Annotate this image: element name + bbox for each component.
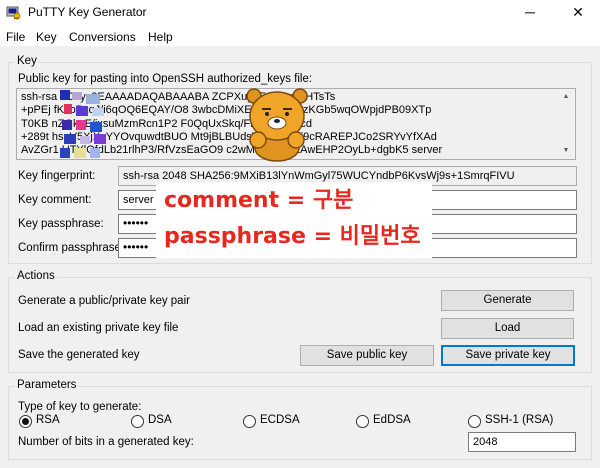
close-icon: ✕: [572, 4, 584, 20]
load-description: Load an existing private key file: [18, 322, 179, 334]
parameters-group-label: Parameters: [15, 379, 79, 391]
annotation-passphrase: passphrase = 비밀번호: [164, 224, 421, 249]
generate-button[interactable]: Generate: [441, 290, 574, 311]
menu-key[interactable]: Key: [36, 30, 57, 44]
annotation-overlay: comment = 구분 passphrase = 비밀번호: [156, 182, 432, 258]
generate-description: Generate a public/private key pair: [18, 295, 190, 307]
radio-ecdsa-label[interactable]: ECDSA: [260, 414, 300, 426]
radio-dsa[interactable]: [131, 415, 144, 428]
menu-help[interactable]: Help: [148, 30, 173, 44]
radio-eddsa-label[interactable]: EdDSA: [373, 414, 411, 426]
fingerprint-label: Key fingerprint:: [18, 170, 96, 182]
confirm-passphrase-label: Confirm passphrase:: [18, 242, 125, 254]
annotation-comment: comment = 구분: [164, 188, 354, 213]
key-passphrase-label: Key passphrase:: [18, 218, 104, 230]
radio-dsa-label[interactable]: DSA: [148, 414, 172, 426]
minimize-icon: ─: [525, 4, 535, 20]
radio-ssh1-rsa[interactable]: [468, 415, 481, 428]
menu-file[interactable]: File: [6, 30, 25, 44]
key-type-label: Type of key to generate:: [18, 401, 142, 413]
radio-eddsa[interactable]: [356, 415, 369, 428]
vertical-scrollbar[interactable]: ▲ ▼: [558, 90, 574, 158]
bear-character-sticker: [246, 88, 308, 162]
close-button[interactable]: ✕: [556, 0, 600, 26]
load-button[interactable]: Load: [441, 318, 574, 339]
redaction-pixels: [60, 90, 116, 160]
scroll-up-icon[interactable]: ▲: [558, 90, 574, 104]
minimize-button[interactable]: ─: [508, 0, 552, 26]
radio-ssh1-rsa-label[interactable]: SSH-1 (RSA): [485, 414, 553, 426]
save-public-key-button[interactable]: Save public key: [300, 345, 434, 366]
key-comment-label: Key comment:: [18, 194, 92, 206]
radio-rsa-label[interactable]: RSA: [36, 414, 60, 426]
key-group-label: Key: [15, 55, 39, 67]
putty-key-icon: [6, 6, 21, 20]
menu-conversions[interactable]: Conversions: [69, 30, 136, 44]
actions-group-label: Actions: [15, 270, 57, 282]
scroll-down-icon[interactable]: ▼: [558, 144, 574, 158]
radio-rsa[interactable]: [19, 415, 32, 428]
save-private-key-button[interactable]: Save private key: [441, 345, 575, 366]
bits-field[interactable]: 2048: [468, 432, 576, 452]
window-title: PuTTY Key Generator: [28, 5, 147, 19]
save-description: Save the generated key: [18, 349, 140, 361]
bits-label: Number of bits in a generated key:: [18, 436, 194, 448]
radio-ecdsa[interactable]: [243, 415, 256, 428]
